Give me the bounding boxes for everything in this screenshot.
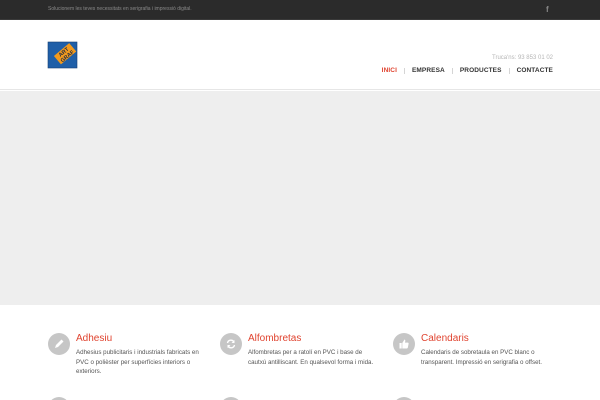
nav-item-productes[interactable]: PRODUCTES	[453, 67, 509, 74]
service-title[interactable]: Alfombretas	[248, 333, 301, 344]
nav-item-inici[interactable]: INICI	[375, 67, 404, 74]
hero-slider	[0, 91, 600, 305]
tagline: Solucionem les teves necessitats en seri…	[48, 6, 192, 12]
thumbs-up-icon	[393, 333, 415, 355]
nav-item-empresa[interactable]: EMPRESA	[405, 67, 452, 74]
service-item: Calendaris Calendaris de sobretaula en P…	[393, 333, 543, 393]
service-item: Alfombretas Alfombretas per a ratolí en …	[220, 333, 373, 393]
phone-number: Truca'ns: 93 853 01 02	[492, 55, 553, 61]
nav-item-contacte[interactable]: CONTACTE	[510, 67, 553, 74]
service-description: Calendaris de sobretaula en PVC blanc o …	[421, 349, 542, 366]
main-nav: INICI EMPRESA PRODUCTES CONTACTE	[375, 67, 553, 74]
site-header: ART GRAF Truca'ns: 93 853 01 02 INICI EM…	[0, 20, 600, 90]
pencil-icon	[48, 333, 70, 355]
service-description: Adhesius publicitaris i industrials fabr…	[76, 349, 199, 375]
services-section: Adhesiu Adhesius publicitaris i industri…	[0, 305, 600, 400]
top-bar: Solucionem les teves necessitats en seri…	[0, 0, 600, 20]
logo[interactable]: ART GRAF	[47, 37, 81, 71]
service-description: Alfombretas per a ratolí en PVC i base d…	[248, 349, 374, 366]
service-item: Adhesiu Adhesius publicitaris i industri…	[48, 333, 199, 393]
service-title[interactable]: Calendaris	[421, 333, 469, 344]
facebook-icon[interactable]: f	[546, 5, 552, 14]
logo-mark: ART GRAF	[47, 41, 78, 69]
refresh-icon	[220, 333, 242, 355]
service-title[interactable]: Adhesiu	[76, 333, 112, 344]
